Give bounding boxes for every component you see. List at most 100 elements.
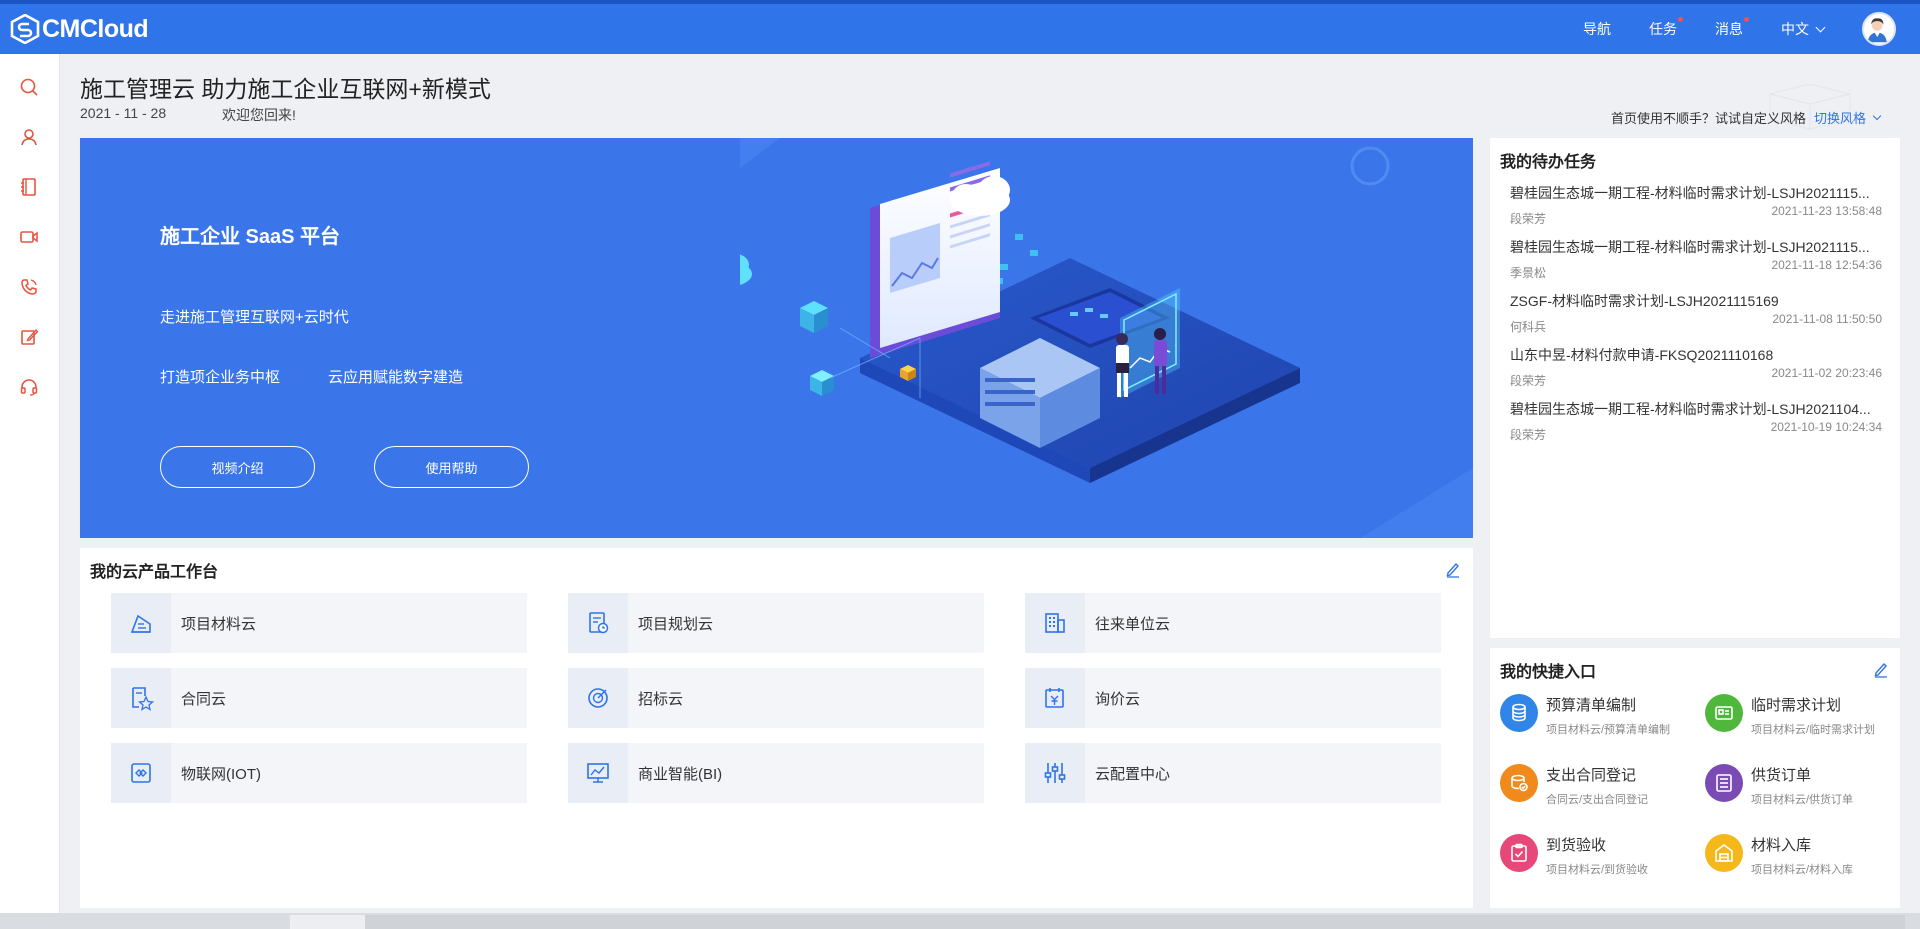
page-title: 施工管理云 助力施工企业互联网+新模式 bbox=[80, 76, 491, 102]
workspace-card-config-center[interactable]: 云配置中心 bbox=[1025, 743, 1441, 803]
strip-segment bbox=[290, 915, 365, 929]
todo-item-title: 碧桂园生态城一期工程-材料临时需求计划-LSJH2021104... bbox=[1510, 401, 1871, 417]
workspace-card-planning-cloud[interactable]: 项目规划云 bbox=[568, 593, 984, 653]
quick-item-title: 临时需求计划 bbox=[1751, 697, 1842, 714]
todo-item-date: 2021-11-02 20:23:46 bbox=[1771, 366, 1882, 380]
workspace-card-bi[interactable]: 商业智能(BI) bbox=[568, 743, 984, 803]
quick-access-panel: 我的快捷入口 预算清单编制 项目材料云/预算清单编制 临时需求计划 项目材料云/… bbox=[1490, 648, 1900, 908]
edit-note-icon[interactable] bbox=[18, 326, 40, 348]
todo-item[interactable]: 碧桂园生态城一期工程-材料临时需求计划-LSJH2021104... 段荣芳 2… bbox=[1510, 399, 1882, 449]
phone-icon[interactable] bbox=[18, 276, 40, 298]
cloud-workspace-panel: 我的云产品工作台 项目材料云 项目规划云 往来单位云 合同云 招标云 询价云 物… bbox=[80, 548, 1473, 908]
contract-icon bbox=[111, 668, 171, 728]
todo-title: 我的待办任务 bbox=[1500, 154, 1597, 171]
nav-messages[interactable]: 消息 bbox=[1715, 17, 1749, 39]
quick-item-temp-demand[interactable]: 临时需求计划 项目材料云/临时需求计划 bbox=[1705, 694, 1905, 750]
quick-item-expense-contract[interactable]: 支出合同登记 合同云/支出合同登记 bbox=[1500, 764, 1700, 820]
bottom-strip bbox=[0, 913, 1920, 929]
warehouse-icon bbox=[1705, 834, 1743, 872]
list-icon bbox=[1705, 764, 1743, 802]
logo-mark-icon bbox=[10, 14, 40, 44]
avatar[interactable] bbox=[1862, 12, 1896, 46]
customize-prompt: 首页使用不顺手？试试自定义风格 bbox=[1610, 111, 1806, 126]
clipboard-check-icon bbox=[1500, 834, 1538, 872]
database-icon bbox=[1500, 694, 1538, 732]
todo-item[interactable]: 碧桂园生态城一期工程-材料临时需求计划-LSJH2021115... 段荣芳 2… bbox=[1510, 183, 1882, 233]
workspace-title: 我的云产品工作台 bbox=[90, 564, 219, 581]
quick-item-arrival-check[interactable]: 到货验收 项目材料云/到货验收 bbox=[1500, 834, 1700, 890]
quick-item-title: 到货验收 bbox=[1546, 837, 1607, 854]
quick-item-title: 供货订单 bbox=[1751, 767, 1812, 784]
target-icon bbox=[568, 668, 628, 728]
logo[interactable]: CMCloud bbox=[10, 14, 149, 44]
chevron-down-icon bbox=[1815, 22, 1826, 32]
workspace-card-label: 项目材料云 bbox=[181, 615, 257, 633]
switch-style-link[interactable]: 切换风格 bbox=[1814, 108, 1866, 127]
top-nav: 导航 任务 消息 中文 bbox=[1583, 4, 1896, 54]
todo-item-title: 碧桂园生态城一期工程-材料临时需求计划-LSJH2021115... bbox=[1510, 239, 1870, 255]
quick-item-path: 项目材料云/预算清单编制 bbox=[1546, 724, 1671, 736]
todo-item-title: 碧桂园生态城一期工程-材料临时需求计划-LSJH2021115... bbox=[1510, 185, 1870, 201]
nav-guide-label: 导航 bbox=[1583, 21, 1611, 37]
quick-item-title: 材料入库 bbox=[1751, 837, 1812, 854]
app-name: CMCloud bbox=[42, 14, 149, 43]
nav-tasks-label: 任务 bbox=[1649, 21, 1677, 37]
quick-item-path: 合同云/支出合同登记 bbox=[1546, 794, 1649, 806]
workspace-card-label: 合同云 bbox=[181, 690, 227, 708]
welcome-text: 欢迎您回来! bbox=[222, 107, 296, 123]
banner-subtitle: 走进施工管理互联网+云时代 bbox=[160, 309, 349, 326]
todo-item[interactable]: 山东中昱-材料付款申请-FKSQ2021110168 段荣芳 2021-11-0… bbox=[1510, 345, 1882, 395]
search-icon[interactable] bbox=[18, 76, 40, 98]
workspace-card-partner-cloud[interactable]: 往来单位云 bbox=[1025, 593, 1441, 653]
workspace-card-label: 招标云 bbox=[638, 690, 684, 708]
edit-icon[interactable] bbox=[1872, 660, 1890, 678]
workspace-card-material-cloud[interactable]: 项目材料云 bbox=[111, 593, 527, 653]
workspace-card-contract-cloud[interactable]: 合同云 bbox=[111, 668, 527, 728]
workspace-card-label: 往来单位云 bbox=[1095, 615, 1171, 633]
workspace-card-label: 商业智能(BI) bbox=[638, 765, 723, 783]
quick-item-material-inbound[interactable]: 材料入库 项目材料云/材料入库 bbox=[1705, 834, 1905, 890]
video-camera-icon[interactable] bbox=[18, 226, 40, 248]
todo-item[interactable]: ZSGF-材料临时需求计划-LSJH2021115169 何科兵 2021-11… bbox=[1510, 291, 1882, 341]
headset-icon[interactable] bbox=[18, 376, 40, 398]
material-cloud-icon bbox=[111, 593, 171, 653]
workspace-card-inquiry-cloud[interactable]: 询价云 bbox=[1025, 668, 1441, 728]
bi-chart-icon bbox=[568, 743, 628, 803]
nav-tasks[interactable]: 任务 bbox=[1649, 17, 1683, 39]
language-select[interactable]: 中文 bbox=[1781, 19, 1826, 39]
quick-item-path: 项目材料云/到货验收 bbox=[1546, 864, 1649, 876]
todo-item-title: ZSGF-材料临时需求计划-LSJH2021115169 bbox=[1510, 293, 1779, 309]
sliders-icon bbox=[1025, 743, 1085, 803]
edit-icon[interactable] bbox=[1444, 560, 1462, 578]
planning-cloud-icon bbox=[568, 593, 628, 653]
video-intro-button[interactable]: 视频介绍 bbox=[160, 446, 315, 488]
nav-guide[interactable]: 导航 bbox=[1583, 19, 1611, 39]
hero-banner: 施工企业 SaaS 平台 走进施工管理互联网+云时代 打造项企业务中枢 云应用赋… bbox=[80, 138, 1473, 538]
banner-tag: 云应用赋能数字建造 bbox=[328, 369, 464, 386]
todo-panel: 我的待办任务 碧桂园生态城一期工程-材料临时需求计划-LSJH2021115..… bbox=[1490, 138, 1900, 638]
workspace-card-bidding-cloud[interactable]: 招标云 bbox=[568, 668, 984, 728]
customize-hint: 首页使用不顺手？试试自定义风格 切换风格 bbox=[1610, 108, 1882, 127]
todo-item-title: 山东中昱-材料付款申请-FKSQ2021110168 bbox=[1510, 347, 1774, 363]
sidebar bbox=[0, 54, 60, 929]
quick-item-supply-order[interactable]: 供货订单 项目材料云/供货订单 bbox=[1705, 764, 1905, 820]
todo-item-date: 2021-11-08 11:50:50 bbox=[1772, 312, 1882, 326]
quick-item-budget-list[interactable]: 预算清单编制 项目材料云/预算清单编制 bbox=[1500, 694, 1700, 750]
user-icon[interactable] bbox=[18, 126, 40, 148]
notification-dot bbox=[1678, 17, 1683, 22]
todo-item-date: 2021-11-23 13:58:48 bbox=[1771, 204, 1882, 218]
isometric-cloud-platform-illustration bbox=[740, 138, 1473, 538]
quick-item-path: 项目材料云/供货订单 bbox=[1751, 794, 1854, 806]
iot-icon bbox=[111, 743, 171, 803]
workspace-card-iot[interactable]: 物联网(IOT) bbox=[111, 743, 527, 803]
user-avatar-icon bbox=[1867, 18, 1887, 43]
nav-messages-label: 消息 bbox=[1715, 21, 1743, 37]
current-date: 2021 - 11 - 28 bbox=[80, 105, 167, 121]
todo-item[interactable]: 碧桂园生态城一期工程-材料临时需求计划-LSJH2021115... 季景松 2… bbox=[1510, 237, 1882, 287]
quick-item-title: 预算清单编制 bbox=[1546, 697, 1637, 714]
quick-title: 我的快捷入口 bbox=[1500, 664, 1597, 681]
notebook-icon[interactable] bbox=[18, 176, 40, 198]
card-icon bbox=[1705, 694, 1743, 732]
help-button[interactable]: 使用帮助 bbox=[374, 446, 529, 488]
todo-item-date: 2021-10-19 10:24:34 bbox=[1770, 420, 1882, 434]
